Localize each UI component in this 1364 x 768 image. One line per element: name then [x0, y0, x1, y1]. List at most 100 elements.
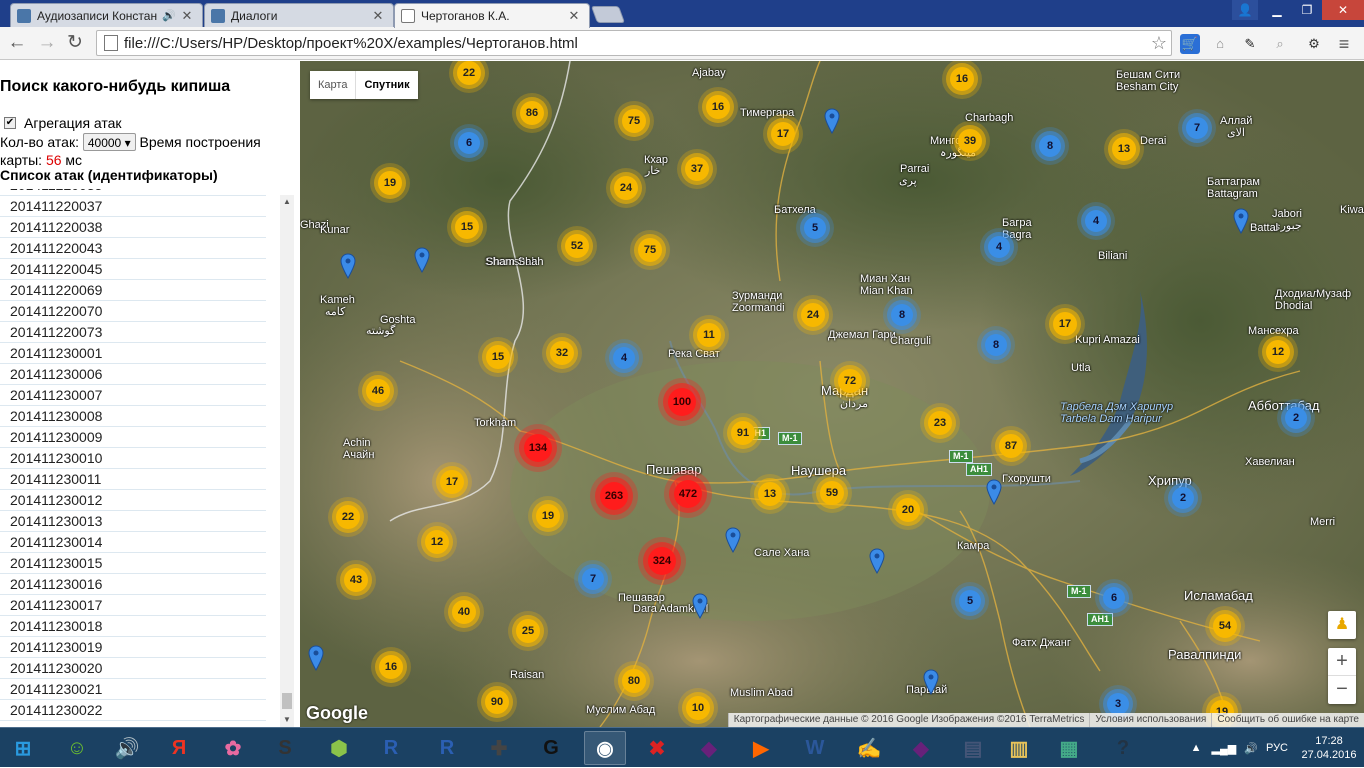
home-extension-icon[interactable]: ⌂	[1210, 34, 1230, 54]
cluster-marker-blue[interactable]: 5	[959, 590, 981, 612]
cluster-marker[interactable]: 12	[425, 530, 449, 554]
scrollbar[interactable]: ▲ ▼	[280, 195, 294, 727]
cluster-marker-blue[interactable]: 5	[804, 217, 826, 239]
photos-2-icon[interactable]: ▦	[1048, 731, 1090, 765]
attack-list-item[interactable]: 201411230017	[0, 595, 266, 616]
cluster-marker[interactable]: 17	[771, 122, 795, 146]
cluster-marker[interactable]: 37	[685, 157, 709, 181]
user-icon[interactable]: 👤	[1232, 0, 1258, 20]
forward-arrow-icon[interactable]: →	[36, 32, 58, 54]
address-bar[interactable]: file:///C:/Users/HP/Desktop/проект%20X/e…	[96, 30, 1172, 56]
grid-app-icon[interactable]: ✚	[478, 731, 520, 765]
attack-list-item[interactable]: 201411230016	[0, 574, 266, 595]
cluster-marker[interactable]: 87	[999, 434, 1023, 458]
cluster-marker-large[interactable]: 324	[648, 547, 676, 575]
reload-icon[interactable]: ↻	[64, 32, 86, 54]
attack-list-item[interactable]: 201411220035	[0, 189, 266, 196]
attack-list-item[interactable]: 201411230007	[0, 385, 266, 406]
map-pin-icon[interactable]	[340, 253, 356, 279]
cluster-marker[interactable]: 25	[516, 619, 540, 643]
cluster-marker[interactable]: 10	[686, 696, 710, 720]
map-pin-icon[interactable]	[725, 527, 741, 553]
photos-icon[interactable]: ✿	[212, 731, 254, 765]
explorer-icon[interactable]: ▥	[998, 731, 1040, 765]
cluster-marker-blue[interactable]: 8	[1039, 135, 1061, 157]
zoom-out-button[interactable]: −	[1328, 676, 1356, 704]
clock[interactable]: 17:28 27.04.2016	[1294, 734, 1364, 762]
map-pin-icon[interactable]	[923, 669, 939, 695]
attack-list-item[interactable]: 201411230013	[0, 511, 266, 532]
map-pin-icon[interactable]	[414, 247, 430, 273]
cluster-marker[interactable]: 24	[614, 176, 638, 200]
cluster-marker-blue[interactable]: 7	[1186, 117, 1208, 139]
close-icon[interactable]: ✕	[180, 8, 194, 24]
tray-up-arrow-icon[interactable]: ▲	[1191, 742, 1202, 754]
cluster-marker[interactable]: 19	[536, 504, 560, 528]
cluster-marker[interactable]: 17	[440, 470, 464, 494]
cluster-marker[interactable]: 15	[486, 345, 510, 369]
tool-extension-icon[interactable]: ✎	[1240, 34, 1260, 54]
cluster-marker[interactable]: 16	[706, 95, 730, 119]
aggregation-checkbox-row[interactable]: ✔ Агрегация атак	[4, 115, 122, 131]
gimp-icon[interactable]: G	[530, 731, 572, 765]
chrome-icon[interactable]: ◉	[584, 731, 626, 765]
attack-list-item[interactable]: 201411220045	[0, 259, 266, 280]
attack-list-item[interactable]: 201411230012	[0, 490, 266, 511]
cluster-marker[interactable]: 16	[950, 67, 974, 91]
cluster-marker-large[interactable]: 100	[668, 388, 696, 416]
url-text[interactable]: file:///C:/Users/HP/Desktop/проект%20X/e…	[124, 35, 1147, 52]
close-icon[interactable]: ✕	[567, 8, 581, 24]
attack-list-item[interactable]: 201411220043	[0, 238, 266, 259]
settings-extension-icon[interactable]: ⚙	[1304, 34, 1324, 54]
cluster-marker-blue[interactable]: 6	[458, 132, 480, 154]
attack-list-item[interactable]: 201411230006	[0, 364, 266, 385]
attack-list-item[interactable]: 201411220073	[0, 322, 266, 343]
cluster-marker[interactable]: 17	[1053, 312, 1077, 336]
network-icon[interactable]: ▂▄▆	[1212, 742, 1237, 755]
cluster-marker[interactable]: 90	[485, 690, 509, 714]
cluster-marker[interactable]: 20	[896, 498, 920, 522]
count-select[interactable]: 40000 ▾	[82, 133, 136, 151]
cluster-marker[interactable]: 22	[457, 61, 481, 85]
attack-list-item[interactable]: 201411230021	[0, 679, 266, 700]
tab-chertoganov[interactable]: Чертоганов К.А. ✕	[394, 3, 590, 28]
map-pin-icon[interactable]	[869, 548, 885, 574]
cluster-marker[interactable]: 23	[928, 411, 952, 435]
pegman-icon[interactable]: ♟	[1328, 611, 1356, 639]
media-icon[interactable]: ▶	[740, 731, 782, 765]
attack-list-item[interactable]: 201411220038	[0, 217, 266, 238]
map-pin-icon[interactable]	[308, 645, 324, 671]
attack-list-item[interactable]: 201411230019	[0, 637, 266, 658]
cluster-marker[interactable]: 43	[344, 568, 368, 592]
map[interactable]: Ajabay Бешам Сити Besham City Тимергара Char…	[300, 61, 1364, 727]
windows-start-icon[interactable]: ⊞	[2, 731, 44, 765]
scroll-down-icon[interactable]: ▼	[280, 713, 294, 727]
word-icon[interactable]: W	[794, 731, 836, 765]
map-type-satellite-button[interactable]: Спутник	[356, 71, 417, 99]
attack-list-item[interactable]: 201411220069	[0, 280, 266, 301]
cluster-marker[interactable]: 54	[1213, 614, 1237, 638]
visual-studio-2-icon[interactable]: ◆	[900, 731, 942, 765]
cluster-marker-blue[interactable]: 8	[891, 304, 913, 326]
cluster-marker[interactable]: 16	[379, 655, 403, 679]
aggregation-checkbox[interactable]: ✔	[4, 117, 16, 129]
close-icon[interactable]: ✕	[371, 8, 385, 24]
cluster-marker-large[interactable]: 263	[600, 482, 628, 510]
attack-list-item[interactable]: 201411230011	[0, 469, 266, 490]
help-icon[interactable]: ?	[1102, 731, 1144, 765]
cluster-marker[interactable]: 22	[336, 505, 360, 529]
speaker-app-icon[interactable]: 🔊	[106, 731, 148, 765]
tab-dialogs[interactable]: Диалоги ✕	[204, 3, 394, 27]
map-pin-icon[interactable]	[986, 479, 1002, 505]
cluster-marker[interactable]: 59	[820, 481, 844, 505]
cluster-marker[interactable]: 15	[455, 215, 479, 239]
volume-icon[interactable]: 🔊	[1244, 742, 1258, 755]
cluster-marker[interactable]: 13	[1112, 137, 1136, 161]
cluster-marker[interactable]: 12	[1266, 340, 1290, 364]
cluster-marker[interactable]: 75	[638, 238, 662, 262]
map-type-map-button[interactable]: Карта	[310, 71, 357, 99]
map-pin-icon[interactable]	[692, 593, 708, 619]
cluster-marker[interactable]: 80	[622, 669, 646, 693]
cluster-marker-blue[interactable]: 6	[1103, 587, 1125, 609]
cluster-marker-blue[interactable]: 2	[1285, 407, 1307, 429]
